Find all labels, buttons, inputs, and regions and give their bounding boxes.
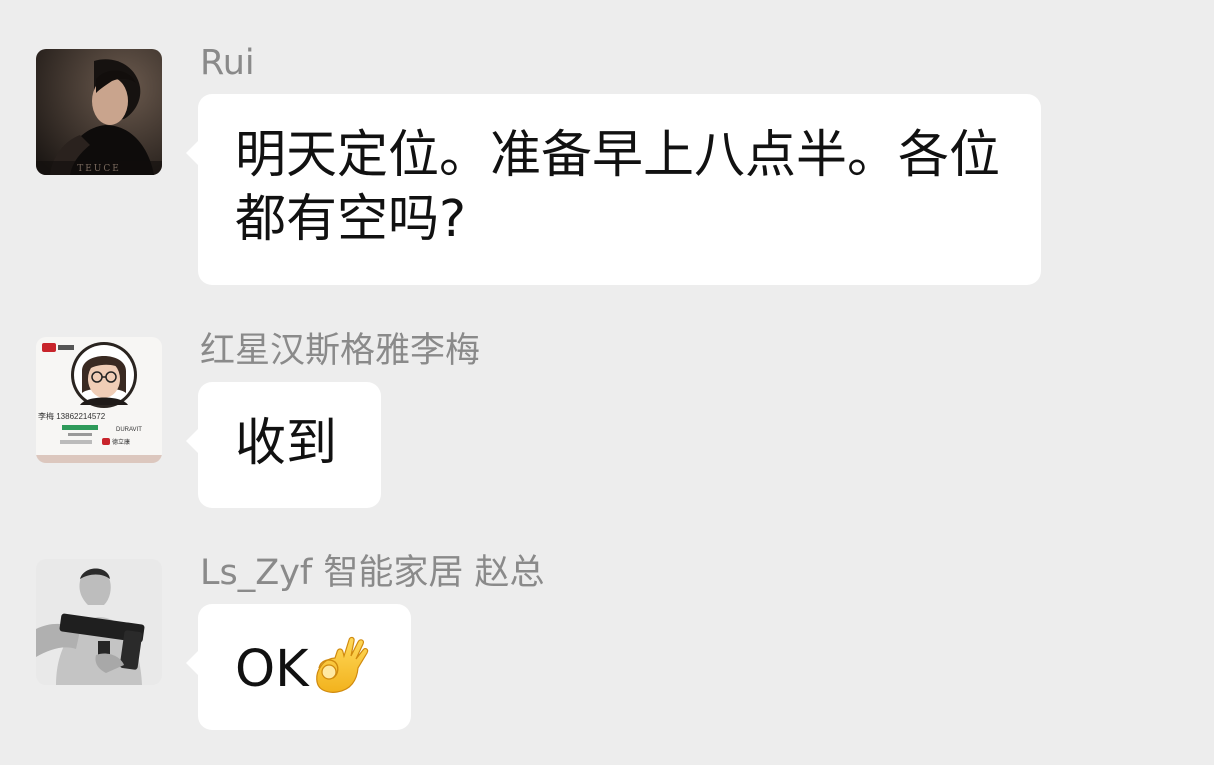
avatar-card-text: 李梅 13862214572 — [38, 411, 106, 421]
chat-message-list[interactable]: TEUCE Rui 明天定位。准备早上八点半。各位都有空吗? 李梅 138622… — [0, 0, 1214, 765]
message-text: 收到 — [235, 414, 338, 473]
business-card-woman-glasses-avatar: 李梅 13862214572 DURAVIT 德立康 — [36, 337, 162, 463]
message-item: TEUCE Rui 明天定位。准备早上八点半。各位都有空吗? — [0, 43, 1214, 291]
sender-name: Ls_Zyf 智能家居 赵总 — [200, 553, 545, 593]
message-bubble[interactable]: 明天定位。准备早上八点半。各位都有空吗? — [186, 94, 1041, 285]
man-in-black-turtleneck-avatar: TEUCE — [36, 49, 162, 175]
sender-name: 红星汉斯格雅李梅 — [200, 331, 481, 371]
message-item: Ls_Zyf 智能家居 赵总 OK — [0, 553, 1214, 731]
avatar[interactable] — [36, 559, 162, 685]
message-text: OK — [235, 640, 309, 699]
message-text: 明天定位。准备早上八点半。各位都有空吗? — [235, 126, 1001, 249]
message-item: 李梅 13862214572 DURAVIT 德立康 红星汉斯格雅李梅 收到 — [0, 331, 1214, 509]
avatar-brand-text: DURAVIT — [116, 427, 142, 433]
message-bubble[interactable]: OK — [186, 604, 411, 730]
sender-name: Rui — [200, 43, 255, 83]
avatar[interactable]: 李梅 13862214572 DURAVIT 德立康 — [36, 337, 162, 463]
avatar[interactable]: TEUCE — [36, 49, 162, 175]
message-bubble[interactable]: 收到 — [186, 382, 381, 508]
ok-hand-emoji — [311, 634, 371, 694]
avatar-caption: TEUCE — [77, 164, 121, 174]
man-holding-gun-avatar — [36, 559, 162, 685]
avatar-brand-text-2: 德立康 — [112, 438, 130, 446]
